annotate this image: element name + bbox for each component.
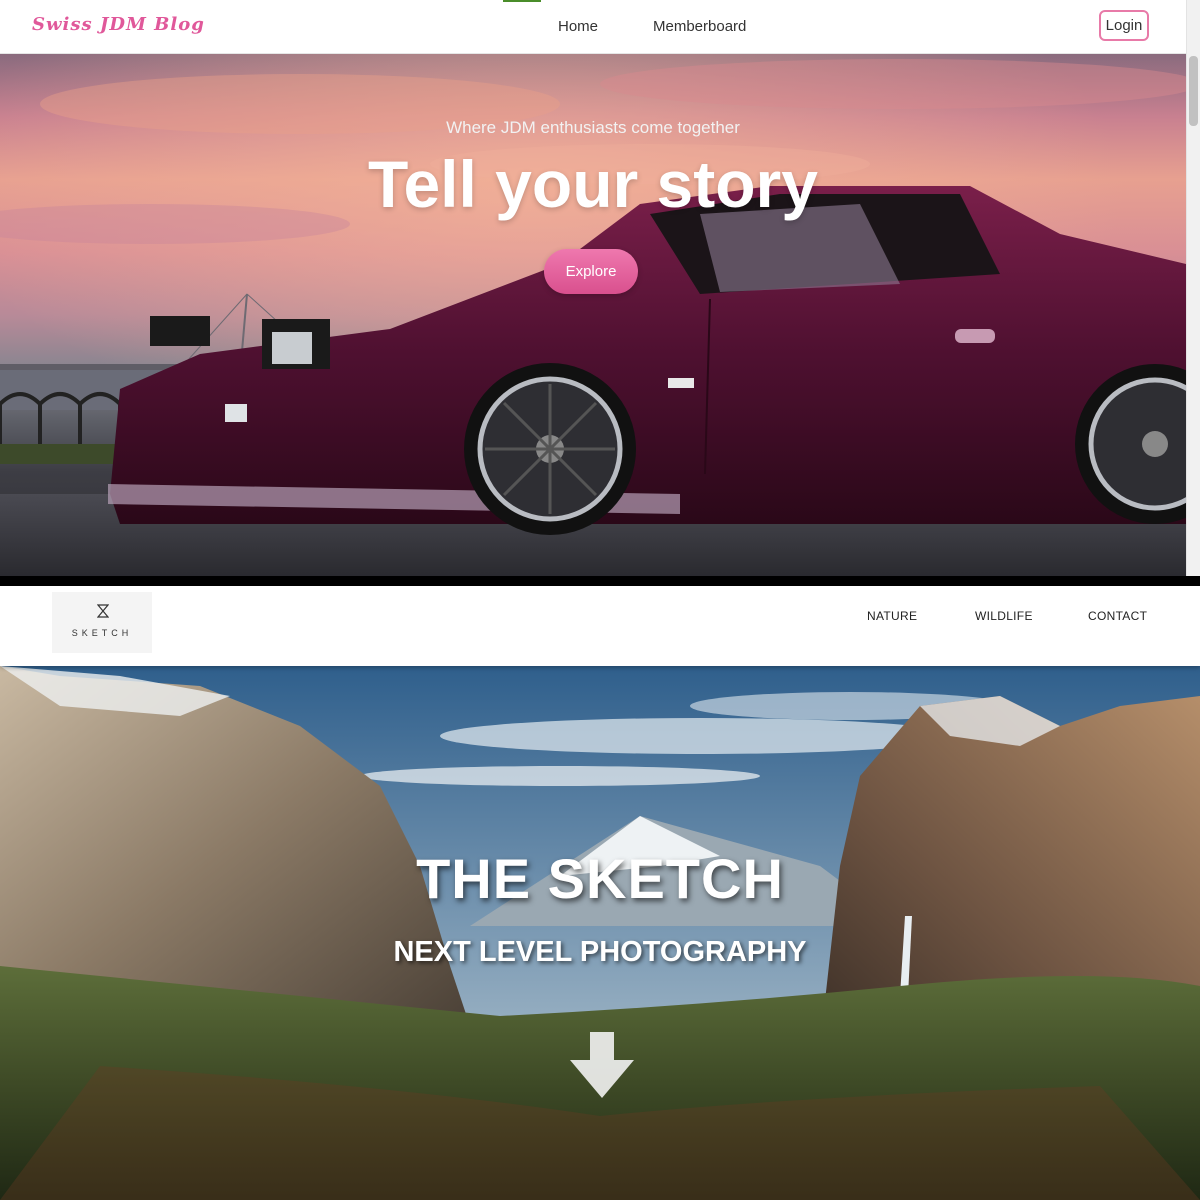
nav-memberboard-link[interactable]: Memberboard [653,18,746,35]
hero-valley-photo [0,666,1200,1200]
hero-section: THE SKETCH NEXT LEVEL PHOTOGRAPHY [0,666,1200,1200]
top-navbar: Swiss JDM Blog Home Memberboard Login [0,0,1186,54]
explore-button[interactable]: Explore [544,249,638,294]
arrow-down-icon[interactable] [570,1032,634,1098]
hourglass-icon [97,604,109,618]
nav-nature-link[interactable]: NATURE [867,609,917,623]
sketch-page: SKETCH NATURE WILDLIFE CONTACT THE SKETC… [0,586,1200,1200]
hero-subtitle: NEXT LEVEL PHOTOGRAPHY [393,936,807,968]
jdm-blog-page: Swiss JDM Blog Home Memberboard Login Wh… [0,0,1200,586]
page-scrollbar[interactable] [1186,0,1200,576]
nav-wildlife-link[interactable]: WILDLIFE [975,609,1033,623]
nav-home-link[interactable]: Home [558,18,598,35]
hero-title: THE SKETCH [416,847,784,910]
site-logo[interactable]: Swiss JDM Blog [32,14,205,35]
hero-title: Tell your story [368,147,818,221]
section-divider [0,576,1200,586]
active-tab-indicator [503,0,541,2]
site-logo[interactable]: SKETCH [52,592,152,653]
top-navbar: SKETCH NATURE WILDLIFE CONTACT [0,586,1200,666]
login-button[interactable]: Login [1099,10,1149,41]
logo-text: SKETCH [71,628,133,638]
scrollbar-thumb[interactable] [1189,56,1198,126]
hero-subtitle: Where JDM enthusiasts come together [446,118,740,137]
nav-contact-link[interactable]: CONTACT [1088,609,1147,623]
hero-section: Where JDM enthusiasts come together Tell… [0,54,1186,576]
